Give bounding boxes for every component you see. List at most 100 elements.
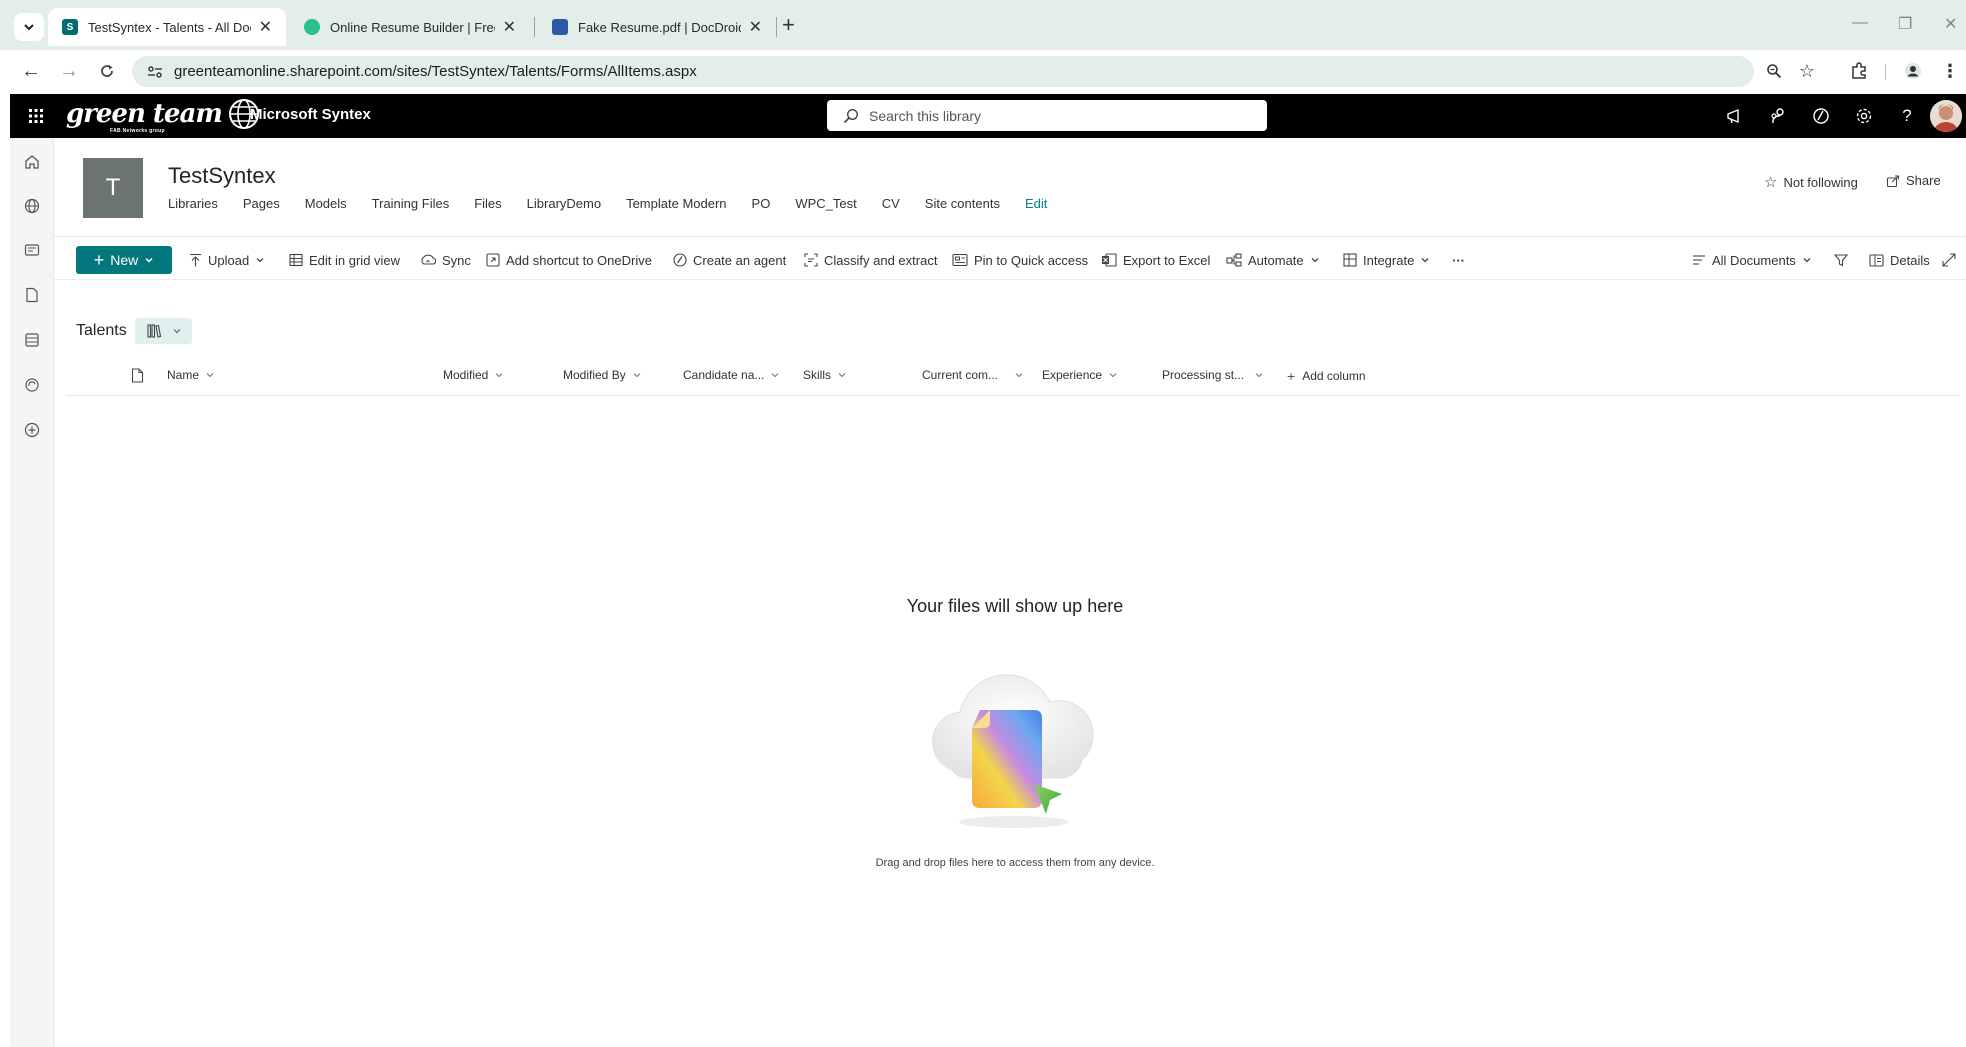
people-icon[interactable] (1766, 104, 1790, 128)
nav-files[interactable]: Files (474, 196, 501, 211)
column-header-candidate-name[interactable]: Candidate na... (683, 368, 779, 382)
view-switcher-button[interactable]: All Documents (1692, 249, 1812, 271)
restore-icon[interactable]: ❐ (1898, 14, 1912, 34)
column-header-processing-status[interactable]: Processing st... (1162, 368, 1263, 382)
megaphone-icon[interactable] (1722, 104, 1746, 128)
settings-gear-icon[interactable] (1852, 104, 1876, 128)
news-icon[interactable] (21, 239, 43, 261)
column-header-experience[interactable]: Experience (1042, 368, 1117, 382)
files-icon[interactable] (21, 284, 43, 306)
close-tab-icon[interactable]: ✕ (259, 17, 272, 37)
back-arrow-icon[interactable]: ← (18, 58, 44, 84)
library-title[interactable]: Talents (76, 322, 127, 340)
help-icon[interactable]: ? (1895, 104, 1919, 128)
bookmark-star-icon[interactable]: ☆ (1797, 61, 1817, 81)
add-column-button[interactable]: + Add column (1287, 368, 1366, 384)
app-title[interactable]: Microsoft Syntex (250, 106, 371, 123)
column-header-modified[interactable]: Modified (443, 368, 503, 382)
details-pane-button[interactable]: Details (1869, 249, 1930, 271)
sync-button[interactable]: Sync (420, 249, 471, 271)
expand-button[interactable] (1942, 249, 1956, 271)
file-type-column-header[interactable] (131, 368, 144, 383)
more-commands-button[interactable]: ··· (1452, 249, 1465, 271)
browser-menu-icon[interactable]: ⋮ (1940, 61, 1960, 81)
search-input[interactable] (869, 107, 1229, 124)
empty-folder-illustration (922, 650, 1102, 835)
excel-icon (1102, 253, 1117, 267)
column-label: Experience (1042, 368, 1103, 382)
create-agent-button[interactable]: Create an agent (673, 249, 786, 271)
browser-tab-docdroid[interactable]: Fake Resume.pdf | DocDroid ✕ (538, 8, 776, 46)
empty-state-subtitle: Drag and drop files here to access them … (875, 857, 1155, 869)
forward-arrow-icon[interactable]: → (56, 58, 82, 84)
nav-cv[interactable]: CV (882, 196, 900, 211)
column-header-name[interactable]: Name (167, 368, 214, 382)
nav-libraries[interactable]: Libraries (168, 196, 218, 211)
nav-pages[interactable]: Pages (243, 196, 280, 211)
sync-icon (421, 254, 436, 265)
logo-text: green team (66, 99, 223, 129)
edit-grid-view-button[interactable]: Edit in grid view (289, 249, 400, 271)
nav-training-files[interactable]: Training Files (372, 196, 450, 211)
nav-template-modern[interactable]: Template Modern (626, 196, 726, 211)
home-icon[interactable] (21, 151, 43, 173)
chevron-down-icon (1109, 373, 1117, 378)
minimize-icon[interactable]: — (1852, 14, 1868, 32)
nav-po[interactable]: PO (752, 196, 771, 211)
integrate-icon (1343, 253, 1357, 267)
nav-wpc-test[interactable]: WPC_Test (795, 196, 856, 211)
new-tab-button[interactable]: + (782, 12, 795, 38)
add-shortcut-onedrive-button[interactable]: Add shortcut to OneDrive (486, 249, 652, 271)
close-window-icon[interactable]: ✕ (1944, 14, 1957, 34)
create-plus-icon[interactable] (21, 419, 43, 441)
automate-button[interactable]: Automate (1226, 249, 1320, 271)
chevron-down-icon (256, 258, 264, 263)
integrate-button[interactable]: Integrate (1343, 249, 1430, 271)
site-info-icon[interactable] (140, 65, 170, 79)
browser-tab-resume-builder[interactable]: Online Resume Builder | Free Re ✕ (290, 8, 530, 46)
app-launcher-icon[interactable] (24, 104, 48, 128)
pin-quick-access-button[interactable]: Pin to Quick access (952, 249, 1088, 271)
filter-button[interactable] (1834, 249, 1848, 271)
column-header-skills[interactable]: Skills (803, 368, 846, 382)
follow-button[interactable]: ☆ Not following (1764, 173, 1858, 191)
agent-icon (673, 253, 687, 267)
loop-icon[interactable] (21, 374, 43, 396)
close-tab-icon[interactable]: ✕ (503, 17, 516, 37)
globe-sites-icon[interactable] (21, 195, 43, 217)
extensions-icon[interactable] (1849, 61, 1869, 81)
profile-icon[interactable] (1903, 61, 1923, 81)
column-header-current-company[interactable]: Current com... (922, 368, 1023, 382)
zoom-icon[interactable] (1764, 61, 1784, 81)
address-bar[interactable]: greenteamonline.sharepoint.com/sites/Tes… (132, 56, 1754, 87)
nav-site-contents[interactable]: Site contents (925, 196, 1000, 211)
view-name-label: All Documents (1712, 252, 1796, 268)
close-tab-icon[interactable]: ✕ (749, 17, 762, 37)
user-avatar[interactable] (1930, 100, 1962, 132)
green-team-logo[interactable]: green team FAB Networks group (66, 98, 260, 134)
create-agent-label: Create an agent (693, 252, 787, 268)
column-header-modified-by[interactable]: Modified By (563, 368, 641, 382)
site-logo[interactable]: T (83, 158, 143, 218)
library-search-box[interactable] (827, 100, 1267, 131)
export-label: Export to Excel (1123, 252, 1211, 268)
tab-search-button[interactable] (14, 13, 44, 41)
share-button[interactable]: Share (1886, 173, 1941, 188)
reload-icon[interactable] (94, 58, 120, 84)
pin-icon (952, 253, 968, 267)
nav-models[interactable]: Models (305, 196, 347, 211)
export-excel-button[interactable]: Export to Excel (1101, 249, 1210, 271)
browser-tab-testsyntex[interactable]: S TestSyntex - Talents - All Docum ✕ (48, 8, 286, 46)
nav-library-demo[interactable]: LibraryDemo (527, 196, 601, 211)
lists-icon[interactable] (21, 329, 43, 351)
upload-button[interactable]: Upload (189, 249, 265, 271)
library-view-options-button[interactable] (135, 318, 192, 344)
nav-edit-link[interactable]: Edit (1025, 196, 1047, 211)
chevron-down-icon (1803, 258, 1811, 263)
grid-icon (289, 253, 303, 267)
copilot-icon[interactable] (1809, 104, 1833, 128)
chevron-down-icon (772, 373, 779, 378)
classify-extract-button[interactable]: Classify and extract (804, 249, 937, 271)
site-title[interactable]: TestSyntex (168, 163, 276, 189)
new-button[interactable]: + New (76, 246, 172, 274)
